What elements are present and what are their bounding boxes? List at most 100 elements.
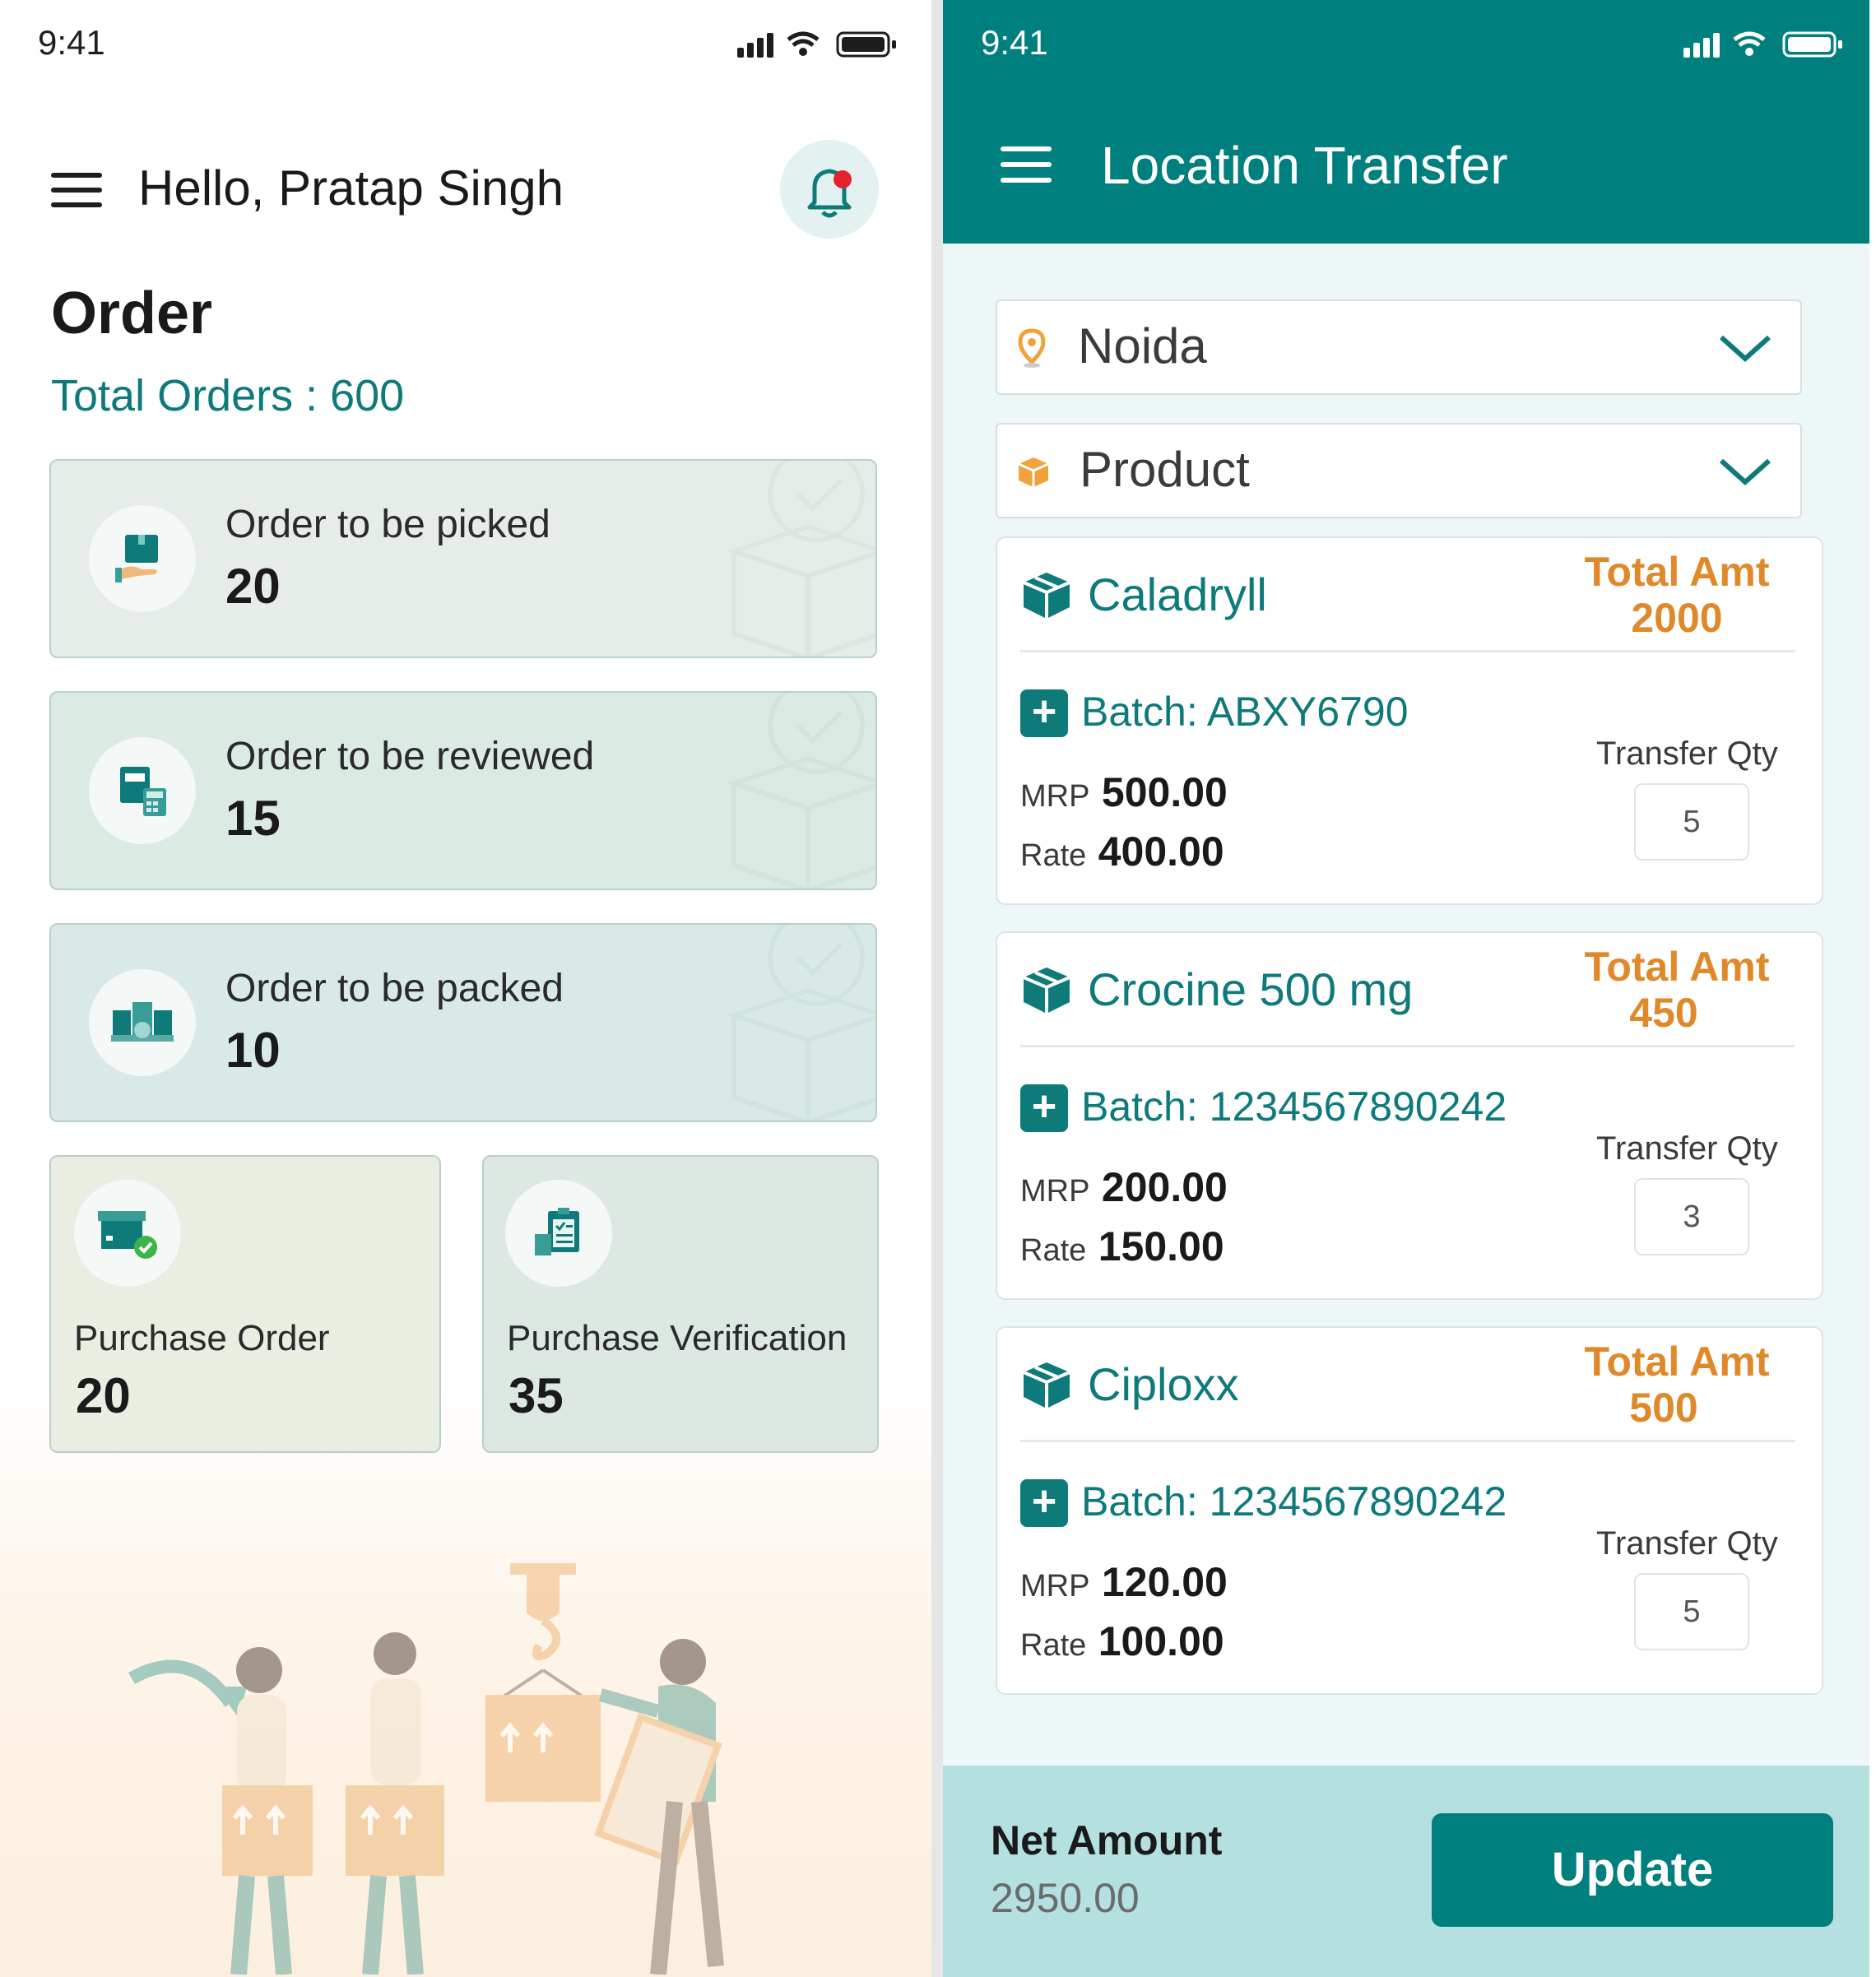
card-divider bbox=[1020, 1440, 1795, 1442]
location-transfer-screen: 9:41 Location Transfer Noida Product Cal… bbox=[943, 0, 1869, 1977]
product-card: Crocine 500 mg Total Amt 450 + Batch: 12… bbox=[996, 931, 1823, 1300]
total-amount-value: 450 bbox=[1629, 990, 1698, 1036]
rate-value: 150.00 bbox=[1098, 1223, 1224, 1269]
app-header: 9:41 Location Transfer bbox=[943, 0, 1869, 244]
menu-icon[interactable] bbox=[51, 173, 102, 217]
card-count: 20 bbox=[225, 559, 281, 614]
mrp-label: MRP bbox=[1020, 779, 1090, 814]
rate-value: 400.00 bbox=[1098, 828, 1224, 875]
card-label: Order to be picked bbox=[225, 503, 550, 546]
rate-value: 100.00 bbox=[1098, 1618, 1224, 1664]
rate-label: Rate bbox=[1020, 1628, 1087, 1663]
status-time: 9:41 bbox=[981, 23, 1048, 62]
product-box-icon bbox=[1023, 968, 1070, 1014]
card-count: 15 bbox=[225, 791, 281, 846]
warehouse-workers-illustration bbox=[128, 1563, 724, 1975]
purchase-verification-card[interactable]: Purchase Verification 35 bbox=[482, 1155, 879, 1453]
rate-label: Rate bbox=[1020, 838, 1087, 873]
status-icons bbox=[1683, 31, 1842, 58]
update-button[interactable]: Update bbox=[1432, 1813, 1833, 1927]
card-divider bbox=[1020, 1045, 1795, 1047]
status-time: 9:41 bbox=[38, 23, 105, 62]
transfer-qty-label: Transfer Qty bbox=[1596, 736, 1778, 772]
menu-icon[interactable] bbox=[1001, 146, 1052, 183]
mrp-label: MRP bbox=[1020, 1569, 1090, 1603]
location-pin-icon bbox=[1018, 328, 1046, 368]
card-count: 20 bbox=[76, 1368, 131, 1423]
product-box-icon bbox=[1018, 457, 1049, 487]
product-box-icon bbox=[1023, 573, 1070, 619]
product-box-icon bbox=[1023, 1362, 1070, 1408]
footer-bar: Net Amount 2950.00 Update bbox=[943, 1766, 1869, 1977]
box-watermark-icon bbox=[726, 461, 875, 657]
order-dashboard-screen: 9:41 Hello, Pratap Singh Order Total Ord… bbox=[0, 0, 931, 1977]
batch-label: Batch: ABXY6790 bbox=[1081, 689, 1409, 735]
transfer-qty-label: Transfer Qty bbox=[1596, 1525, 1778, 1562]
purchase-order-card[interactable]: Purchase Order 20 bbox=[49, 1155, 441, 1453]
total-orders: Total Orders : 600 bbox=[51, 371, 405, 420]
review-order-icon bbox=[89, 737, 196, 844]
mrp-value: 120.00 bbox=[1101, 1559, 1228, 1605]
transfer-qty-input[interactable]: 3 bbox=[1634, 1178, 1749, 1255]
rate-row: Rate 150.00 bbox=[1020, 1223, 1224, 1270]
box-watermark-icon bbox=[726, 693, 875, 889]
total-amount-label: Total Amt bbox=[1584, 549, 1770, 595]
mrp-value: 500.00 bbox=[1101, 769, 1228, 815]
rate-row: Rate 400.00 bbox=[1020, 828, 1224, 875]
total-amount-value: 500 bbox=[1629, 1385, 1698, 1431]
location-value: Noida bbox=[1078, 318, 1207, 374]
screen-divider bbox=[931, 0, 943, 1977]
mrp-value: 200.00 bbox=[1101, 1164, 1228, 1210]
product-card: Caladryll Total Amt 2000 + Batch: ABXY67… bbox=[996, 536, 1823, 905]
rate-label: Rate bbox=[1020, 1233, 1087, 1268]
total-amount-label: Total Amt bbox=[1584, 944, 1770, 990]
transfer-qty-input[interactable]: 5 bbox=[1634, 783, 1749, 861]
box-watermark-icon bbox=[726, 925, 875, 1121]
batch-label: Batch: 1234567890242 bbox=[1081, 1084, 1507, 1130]
mrp-row: MRP 500.00 bbox=[1020, 768, 1228, 816]
bell-icon bbox=[807, 169, 852, 218]
status-icons bbox=[737, 31, 896, 58]
chevron-down-icon bbox=[1719, 458, 1772, 486]
mrp-row: MRP 200.00 bbox=[1020, 1163, 1228, 1211]
total-amount-label: Total Amt bbox=[1584, 1339, 1770, 1385]
product-value: Product bbox=[1080, 442, 1250, 497]
transfer-qty-label: Transfer Qty bbox=[1596, 1130, 1778, 1167]
notification-button[interactable] bbox=[780, 140, 879, 239]
card-count: 35 bbox=[508, 1368, 564, 1423]
card-label: Purchase Order bbox=[74, 1318, 330, 1358]
transfer-qty-input[interactable]: 5 bbox=[1634, 1573, 1749, 1650]
total-amount-value: 2000 bbox=[1631, 595, 1723, 641]
product-name: Crocine 500 mg bbox=[1088, 963, 1414, 1015]
page-title: Order bbox=[51, 281, 213, 346]
add-batch-button[interactable]: + bbox=[1020, 1084, 1068, 1132]
pick-order-icon bbox=[89, 505, 196, 612]
card-label: Order to be reviewed bbox=[225, 735, 595, 778]
card-label: Order to be packed bbox=[225, 967, 564, 1010]
pack-order-icon bbox=[89, 969, 196, 1076]
card-label: Purchase Verification bbox=[507, 1318, 847, 1358]
chevron-down-icon bbox=[1719, 335, 1772, 363]
card-count: 10 bbox=[225, 1023, 281, 1078]
product-card: Ciploxx Total Amt 500 + Batch: 123456789… bbox=[996, 1326, 1823, 1695]
card-divider bbox=[1020, 650, 1795, 652]
product-select[interactable]: Product bbox=[996, 423, 1802, 518]
net-amount-value: 2950.00 bbox=[991, 1875, 1140, 1921]
add-batch-button[interactable]: + bbox=[1020, 1479, 1068, 1527]
product-name: Caladryll bbox=[1088, 569, 1267, 620]
order-packed-card[interactable]: Order to be packed 10 bbox=[49, 923, 877, 1122]
product-name: Ciploxx bbox=[1088, 1358, 1239, 1410]
location-select[interactable]: Noida bbox=[996, 299, 1802, 395]
greeting: Hello, Pratap Singh bbox=[138, 160, 564, 216]
purchase-order-icon bbox=[74, 1180, 181, 1287]
net-amount-label: Net Amount bbox=[991, 1817, 1223, 1863]
page-title: Location Transfer bbox=[1101, 136, 1508, 195]
order-reviewed-card[interactable]: Order to be reviewed 15 bbox=[49, 691, 877, 890]
verification-clipboard-icon bbox=[505, 1180, 612, 1287]
add-batch-button[interactable]: + bbox=[1020, 689, 1068, 737]
rate-row: Rate 100.00 bbox=[1020, 1617, 1224, 1665]
mrp-row: MRP 120.00 bbox=[1020, 1558, 1228, 1606]
order-picked-card[interactable]: Order to be picked 20 bbox=[49, 459, 877, 658]
batch-label: Batch: 1234567890242 bbox=[1081, 1478, 1507, 1525]
mrp-label: MRP bbox=[1020, 1174, 1090, 1209]
